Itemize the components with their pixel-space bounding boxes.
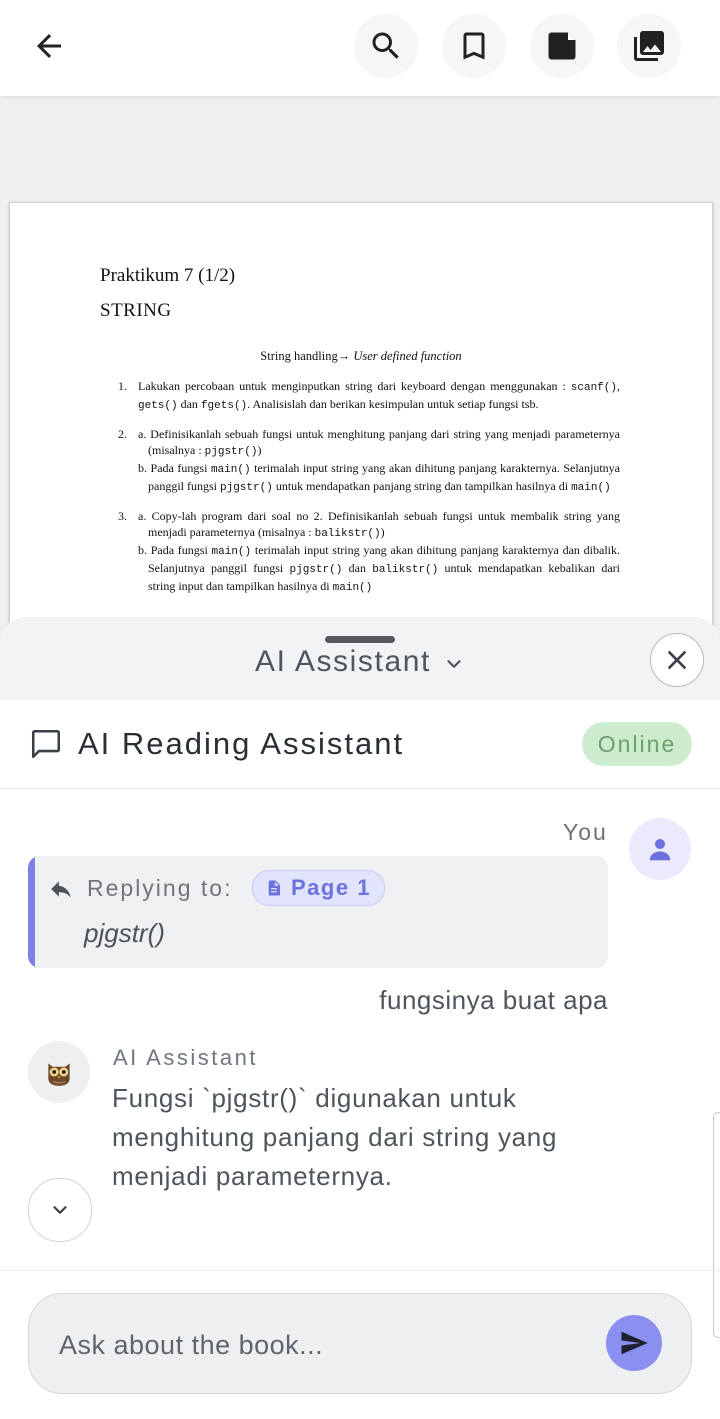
reply-context-box: Replying to: Page 1 pjgstr() [28,856,608,968]
code-token: pjgstr() [289,564,343,576]
chat-input-box [28,1293,692,1394]
text-run: ) [380,525,385,539]
code-token: main() [210,464,251,476]
heading-prefix: String handling [260,349,338,363]
close-icon [668,651,686,669]
reply-accent-bar [28,856,35,968]
code-token: scanf() [570,382,617,394]
text-run: . Analisislah dan berikan kesimpulan unt… [247,397,539,411]
text-run: untuk mendapatkan panjang string dan tam… [272,479,572,493]
document-heading: String handling→ User defined function [10,349,712,364]
exercise-item: 3. a. Copy-lah program dari soal no 2. De… [118,508,620,596]
exercise-item: 2. a. Definisikanlah sebuah fungsi untuk … [118,426,620,496]
text-run: ) [257,443,262,457]
user-avatar [629,818,691,880]
send-button[interactable] [606,1315,662,1371]
arrow-left-icon [37,34,61,58]
code-token: balikstr() [372,564,439,576]
code-token: main() [332,582,373,594]
reply-label: Replying to: [87,875,233,901]
text-run: b. Pada fungsi [138,461,211,475]
heading-arrow: → [337,349,351,363]
code-token: main() [211,546,252,558]
status-badge: Online [582,722,692,766]
text-run: , [617,379,620,393]
reply-icon [51,881,71,898]
gallery-icon [634,31,664,61]
document-subtitle: STRING [100,300,172,321]
exercise-number: 3. [118,509,127,523]
sheet-title: AI Assistant [255,645,431,678]
exercise-subitem: a. Definisikanlah sebuah fungsi untuk me… [138,426,620,460]
chat-icon [31,729,61,759]
exercise-item: 1. Lakukan percobaan untuk menginputkan s… [118,378,620,414]
bookmark-icon [463,32,485,60]
exercise-text: Lakukan percobaan untuk menginputkan str… [138,378,620,414]
quoted-text: pjgstr() [84,918,165,948]
code-token: main() [571,482,611,494]
ai-label: AI Assistant [113,1045,258,1070]
exercise-subitem: a. Copy-lah program dari soal no 2. Defi… [138,508,620,542]
person-icon [650,839,670,861]
assistant-header: AI Reading Assistant Online [0,700,720,789]
text-run: Lakukan percobaan untuk menginputkan str… [138,379,571,393]
gallery-button[interactable] [617,14,681,78]
document-title: Praktikum 7 (1/2) [100,265,236,286]
code-token: pjgstr() [204,446,258,458]
page-reference-chip[interactable]: Page 1 [252,870,385,906]
code-token: pjgstr() [220,482,273,494]
document-page: Praktikum 7 (1/2) STRING String handling… [9,202,713,674]
user-message: fungsinya buat apa [379,985,608,1015]
bookmark-button[interactable] [442,14,506,78]
ai-assistant-sheet: AI Assistant AI Reading Assistant Online… [0,617,720,1419]
top-toolbar [0,0,720,96]
code-token: fgets() [200,400,248,412]
assistant-title: AI Reading Assistant [78,726,405,761]
ai-message: Fungsi `pjgstr()` digunakan untuk menghi… [112,1083,558,1191]
text-run: dan [177,397,201,411]
note-icon [548,32,576,60]
search-icon [372,32,399,59]
exercise-number: 1. [118,379,127,393]
page-chip-label: Page 1 [291,875,371,900]
exercise-number: 2. [118,427,127,441]
note-button[interactable] [530,14,594,78]
sheet-header: AI Assistant [0,617,720,700]
owl-icon [48,1063,70,1086]
document-icon [268,880,280,896]
scroll-down-button[interactable] [28,1178,92,1242]
code-token: gets() [138,400,178,412]
heading-italic: User defined function [353,349,462,363]
search-button[interactable] [354,14,418,78]
exercise-subitem: b. Pada fungsi main() terimalah input st… [138,542,620,596]
exercise-subitem: b. Pada fungsi main() terimalah input st… [138,460,620,496]
chevron-down-icon [447,660,461,668]
chevron-down-icon [53,1206,67,1214]
sheet-title-dropdown[interactable]: AI Assistant [0,645,720,679]
drag-handle[interactable] [325,636,395,643]
ai-avatar [28,1041,90,1103]
chat-input[interactable] [57,1322,601,1368]
code-token: balikstr() [314,528,381,540]
chat-input-area [0,1270,720,1419]
text-run: dan [342,561,373,575]
document-exercise-list: 1. Lakukan percobaan untuk menginputkan s… [118,378,620,608]
text-run: b. Pada fungsi [138,543,212,557]
send-icon [621,1331,648,1355]
back-button[interactable] [17,14,81,78]
close-button[interactable] [650,633,704,687]
user-label: You [563,819,608,845]
